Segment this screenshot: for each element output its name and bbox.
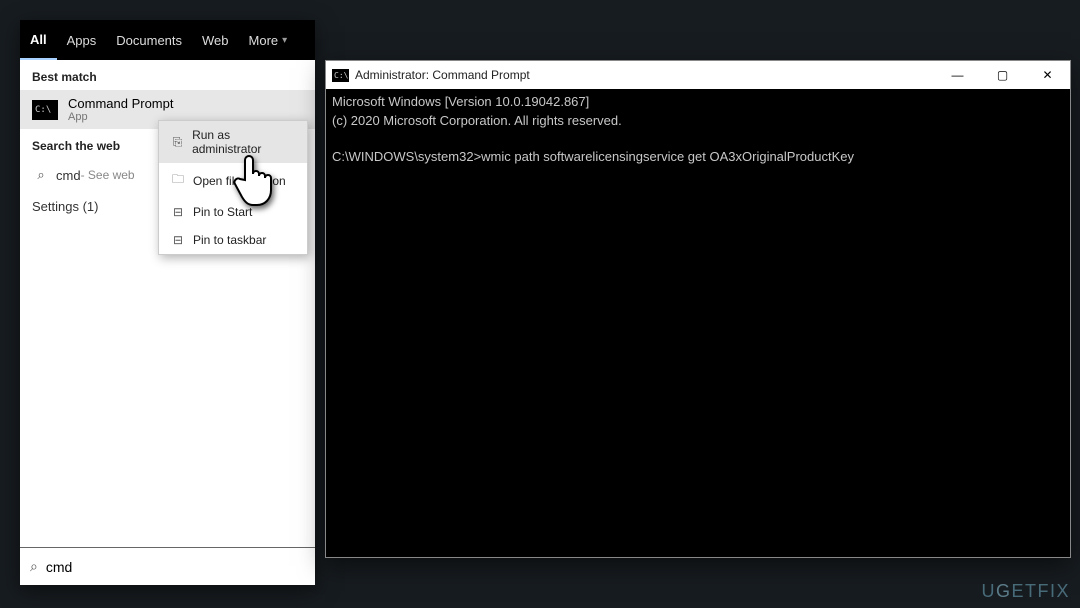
start-search-panel: All Apps Documents Web More ▾ Best match…: [20, 20, 315, 585]
tab-more-label: More: [249, 33, 279, 48]
admin-icon: ⎘: [169, 135, 186, 150]
best-match-header: Best match: [20, 60, 315, 90]
terminal-line: (c) 2020 Microsoft Corporation. All righ…: [332, 113, 622, 128]
watermark: UGETFIX: [981, 581, 1070, 602]
tab-documents[interactable]: Documents: [106, 20, 192, 60]
ctx-pin-to-taskbar[interactable]: ⊟ Pin to taskbar: [159, 226, 307, 254]
tab-apps[interactable]: Apps: [57, 20, 107, 60]
search-icon: ⌕: [30, 558, 38, 575]
terminal-command: wmic path softwarelicensingservice get O…: [481, 149, 854, 164]
ctx-label: Pin to taskbar: [193, 233, 266, 247]
tab-more[interactable]: More ▾: [239, 20, 298, 60]
folder-icon: 🗀: [169, 170, 187, 191]
close-button[interactable]: ✕: [1025, 61, 1070, 89]
window-title: Administrator: Command Prompt: [355, 68, 530, 82]
tab-all[interactable]: All: [20, 20, 57, 60]
search-icon: ⌕: [32, 167, 50, 183]
minimize-button[interactable]: —: [935, 61, 980, 89]
command-prompt-icon: C:\: [332, 69, 349, 82]
terminal-body[interactable]: Microsoft Windows [Version 10.0.19042.86…: [326, 89, 1070, 557]
title-bar[interactable]: C:\ Administrator: Command Prompt — ▢ ✕: [326, 61, 1070, 89]
chevron-down-icon: ▾: [282, 35, 287, 46]
terminal-prompt: C:\WINDOWS\system32>: [332, 149, 481, 164]
search-tabs: All Apps Documents Web More ▾: [20, 20, 315, 60]
terminal-line: Microsoft Windows [Version 10.0.19042.86…: [332, 94, 589, 109]
command-prompt-window: C:\ Administrator: Command Prompt — ▢ ✕ …: [325, 60, 1071, 558]
tab-web[interactable]: Web: [192, 20, 239, 60]
web-hint: - See web: [81, 168, 135, 182]
maximize-button[interactable]: ▢: [980, 61, 1025, 89]
command-prompt-icon: C:\: [32, 100, 58, 120]
web-query-text: cmd: [56, 168, 81, 183]
pin-icon: ⊟: [169, 233, 187, 247]
search-input-value: cmd: [46, 559, 72, 575]
best-match-title: Command Prompt: [68, 96, 173, 111]
pin-icon: ⊟: [169, 205, 187, 219]
search-input[interactable]: ⌕ cmd: [20, 547, 315, 585]
cursor-hand-icon: [232, 150, 278, 208]
